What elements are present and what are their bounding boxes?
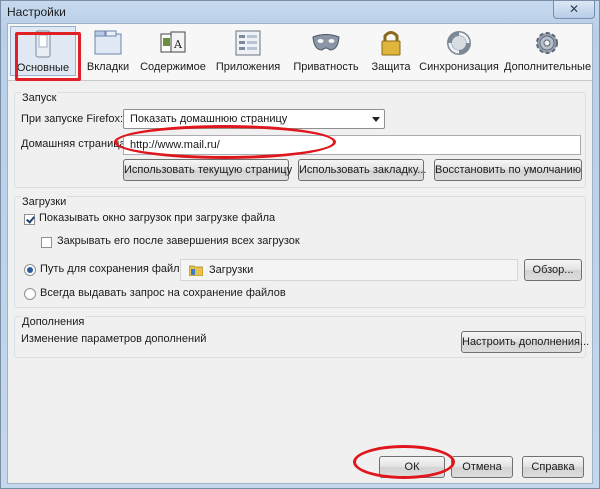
- tab-security[interactable]: Защита: [366, 26, 416, 76]
- tab-content[interactable]: A Содержимое: [138, 26, 208, 76]
- gear-icon: [536, 32, 558, 54]
- window-title: Настройки: [7, 5, 66, 19]
- content-icon: A: [160, 31, 186, 53]
- ok-highlight-ellipse: [353, 445, 455, 479]
- sync-icon: [447, 31, 471, 55]
- startup-group-title: Запуск: [21, 92, 58, 104]
- browse-button[interactable]: Обзор...: [524, 259, 582, 281]
- tab-label: Защита: [371, 61, 411, 73]
- close-when-done-label: Закрывать его после завершения всех загр…: [57, 235, 300, 247]
- tab-label: Вкладки: [86, 61, 130, 73]
- tab-tabs[interactable]: Вкладки: [78, 26, 138, 76]
- tab-advanced[interactable]: Дополнительные: [504, 26, 592, 76]
- close-when-done-checkbox[interactable]: [41, 237, 52, 248]
- settings-window: Настройки ✕ Основные Вкладки A Содержимо…: [0, 0, 600, 489]
- tab-label: Содержимое: [140, 61, 206, 73]
- use-current-page-button[interactable]: Использовать текущую страницу: [123, 159, 292, 181]
- when-starts-value: Показать домашнюю страницу: [130, 113, 288, 125]
- tab-label: Дополнительные: [504, 61, 592, 73]
- always-ask-label: Всегда выдавать запрос на сохранение фай…: [40, 287, 286, 299]
- close-button[interactable]: ✕: [553, 1, 595, 19]
- addons-description: Изменение параметров дополнений: [21, 333, 207, 345]
- show-downloads-label: Показывать окно загрузок при загрузке фа…: [39, 212, 276, 224]
- configure-addons-button[interactable]: Настроить дополнения...: [461, 331, 589, 353]
- title-bar: Настройки ✕: [1, 1, 599, 23]
- svg-text:A: A: [173, 38, 183, 51]
- tab-label: Приватность: [293, 61, 359, 73]
- mask-icon: [312, 34, 340, 51]
- tab-sync[interactable]: Синхронизация: [418, 26, 500, 76]
- save-path-field: Загрузки: [180, 259, 518, 281]
- save-path-value: Загрузки: [209, 264, 254, 276]
- tab-label: Приложения: [215, 61, 281, 73]
- tab-highlight-box: [15, 32, 81, 81]
- addons-group-title: Дополнения: [21, 316, 86, 328]
- save-path-radio[interactable]: [24, 264, 36, 276]
- downloads-group-title: Загрузки: [21, 196, 68, 208]
- addons-group: Дополнения Изменение параметров дополнен…: [14, 316, 589, 358]
- downloads-group: Загрузки Показывать окно загрузок при за…: [14, 196, 586, 308]
- when-starts-label: При запуске Firefox:: [21, 113, 124, 125]
- chevron-down-icon: [372, 117, 380, 122]
- tab-label: Синхронизация: [419, 61, 499, 73]
- cancel-button[interactable]: Отмена: [451, 456, 513, 478]
- tab-privacy[interactable]: Приватность: [290, 26, 362, 76]
- homepage-label: Домашняя страница:: [21, 138, 129, 150]
- preferences-toolbar: Основные Вкладки A Содержимое Приложения…: [8, 24, 592, 81]
- folder-icon: [189, 265, 203, 276]
- show-downloads-checkbox[interactable]: [24, 214, 35, 225]
- tab-applications[interactable]: Приложения: [212, 26, 284, 76]
- help-button[interactable]: Справка: [522, 456, 584, 478]
- save-path-label: Путь для сохранения файлов: [40, 263, 192, 275]
- applications-icon: [235, 30, 261, 56]
- restore-default-button[interactable]: Восстановить по умолчанию: [434, 159, 582, 181]
- tabs-icon: [94, 30, 122, 55]
- lock-icon: [381, 31, 401, 56]
- use-bookmark-button[interactable]: Использовать закладку...: [298, 159, 426, 181]
- client-area: Основные Вкладки A Содержимое Приложения…: [7, 23, 593, 484]
- always-ask-radio[interactable]: [24, 288, 36, 300]
- homepage-highlight-ellipse: [114, 125, 336, 159]
